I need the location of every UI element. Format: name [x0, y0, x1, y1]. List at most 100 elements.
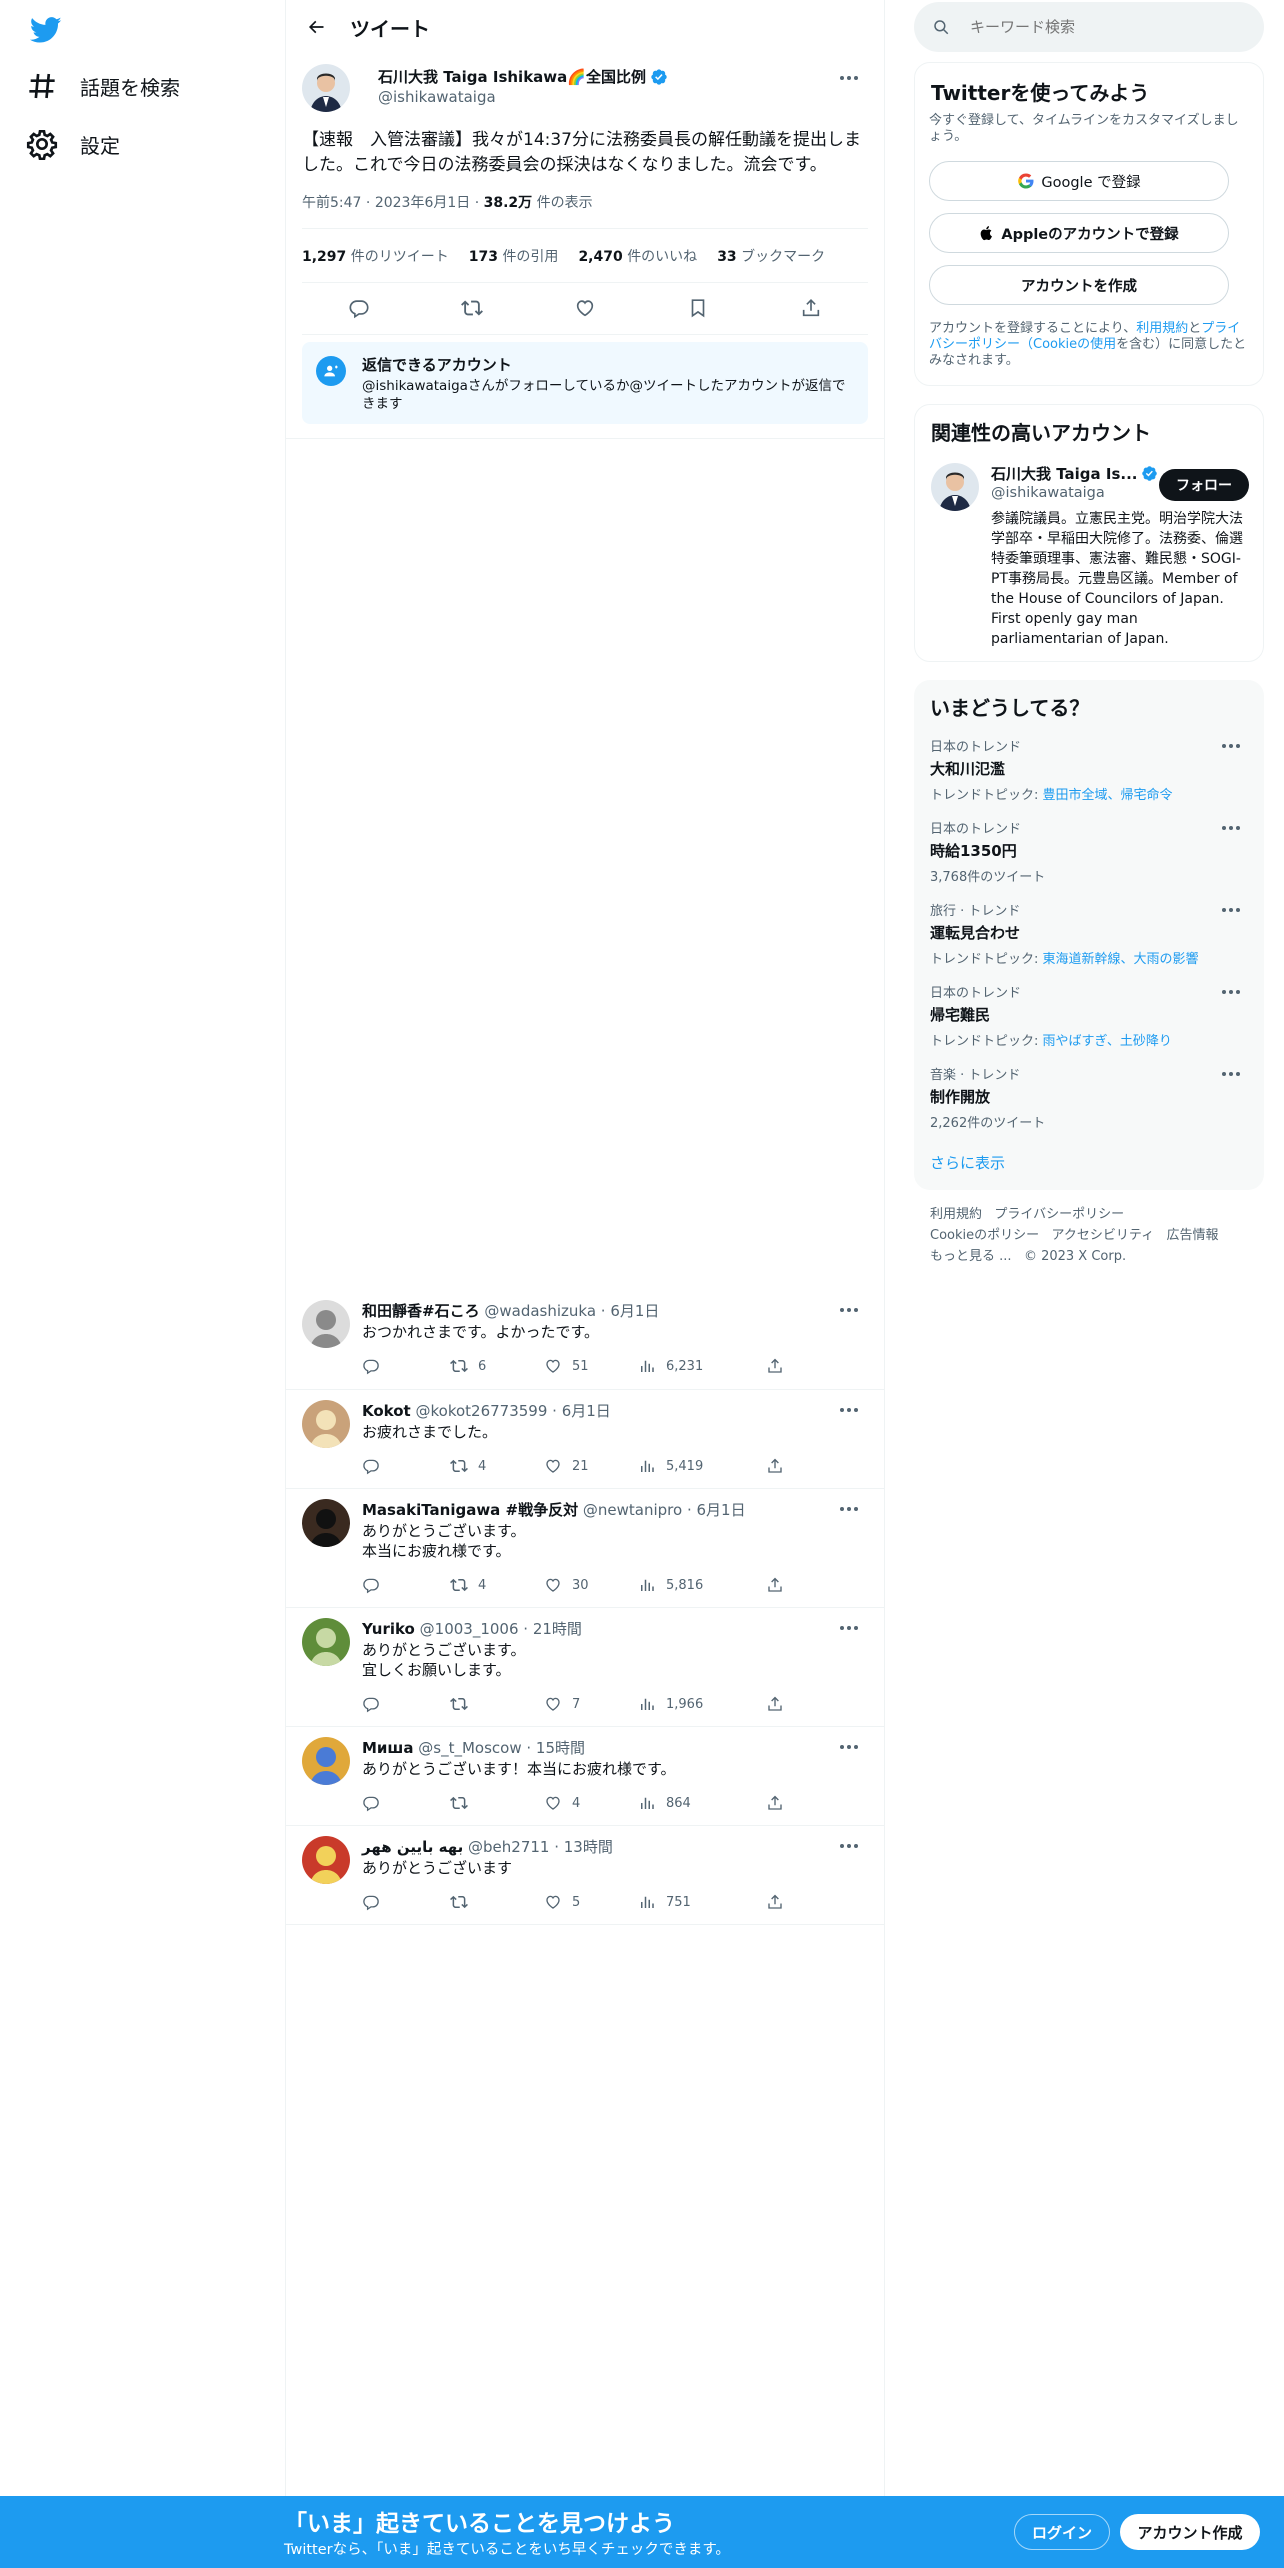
- footer-terms-link[interactable]: 利用規約: [930, 1207, 982, 1222]
- search-input[interactable]: [970, 18, 1250, 36]
- share-action[interactable]: [766, 1576, 784, 1594]
- views-action[interactable]: 5,419: [638, 1457, 766, 1475]
- like-action[interactable]: 5: [544, 1893, 638, 1911]
- more-options-icon[interactable]: [832, 68, 866, 88]
- bookmarks-stat[interactable]: 33 ブックマーク: [717, 246, 825, 266]
- avatar[interactable]: [302, 1618, 350, 1666]
- reply-action[interactable]: [362, 1794, 450, 1812]
- retweet-icon[interactable]: [460, 297, 483, 319]
- reply-tweet[interactable]: Kokot @kokot26773599 · 6月1日 お疲れさまでした。 4 21 5…: [286, 1390, 884, 1489]
- avatar[interactable]: [931, 463, 979, 511]
- share-action[interactable]: [766, 1357, 784, 1375]
- reply-action[interactable]: [362, 1893, 450, 1911]
- retweet-action[interactable]: [450, 1794, 544, 1812]
- views-action[interactable]: 5,816: [638, 1576, 766, 1594]
- trend-item[interactable]: 日本のトレンド 大和川氾濫 トレンドトピック: 豊田市全域、帰宅命令: [930, 736, 1248, 803]
- nav-explore[interactable]: 話題を検索: [26, 58, 180, 114]
- more-options-icon[interactable]: [1214, 900, 1248, 920]
- trend-item[interactable]: 旅行 · トレンド 運転見合わせ トレンドトピック: 東海道新幹線、大雨の影響: [930, 900, 1248, 967]
- retweet-action[interactable]: 4: [450, 1576, 544, 1594]
- avatar[interactable]: [302, 1300, 350, 1348]
- share-icon[interactable]: [800, 297, 822, 319]
- like-action[interactable]: 4: [544, 1794, 638, 1812]
- views-action[interactable]: 864: [638, 1794, 766, 1812]
- back-button[interactable]: [288, 0, 344, 54]
- cookie-link[interactable]: （Cookieの使用: [1020, 337, 1116, 352]
- like-action[interactable]: 51: [544, 1357, 638, 1375]
- retweet-action[interactable]: 6: [450, 1357, 544, 1375]
- bookmark-icon[interactable]: [687, 297, 709, 319]
- twitter-bird-icon[interactable]: [28, 14, 64, 46]
- more-options-icon[interactable]: [832, 1618, 866, 1638]
- retweet-action[interactable]: [450, 1893, 544, 1911]
- reply-action[interactable]: [362, 1576, 450, 1594]
- create-account-button[interactable]: アカウントを作成: [929, 265, 1229, 305]
- more-options-icon[interactable]: [1214, 1064, 1248, 1084]
- signup-button[interactable]: アカウント作成: [1120, 2514, 1260, 2550]
- nav-settings[interactable]: 設定: [26, 116, 120, 172]
- reply-header[interactable]: 和田靜香#石ころ @wadashizuka · 6月1日: [362, 1300, 659, 1321]
- reply-tweet[interactable]: بهه بایین ههر @beh2711 · 13時間 ありがとうございます 5…: [286, 1826, 884, 1925]
- reply-tweet[interactable]: Миша @s_t_Moscow · 15時間 ありがとうございます！本当にお疲れ…: [286, 1727, 884, 1826]
- reply-tweet[interactable]: 和田靜香#石ころ @wadashizuka · 6月1日 おつかれさまです。よかっ…: [286, 1290, 884, 1390]
- like-heart-icon[interactable]: [574, 297, 596, 319]
- more-options-icon[interactable]: [832, 1300, 866, 1320]
- more-options-icon[interactable]: [832, 1737, 866, 1757]
- avatar[interactable]: [302, 1499, 350, 1547]
- more-options-icon[interactable]: [832, 1836, 866, 1856]
- tweet-timestamp[interactable]: 午前5:47 · 2023年6月1日 · 38.2万 件の表示: [302, 192, 593, 212]
- share-action[interactable]: [766, 1457, 784, 1475]
- author-name[interactable]: 石川大我 Taiga Ishikawa🌈全国比例: [378, 66, 668, 87]
- trend-item[interactable]: 音楽 · トレンド 制作開放 2,262件のツイート: [930, 1064, 1248, 1131]
- reply-action[interactable]: [362, 1695, 450, 1713]
- reply-header[interactable]: بهه بایین ههر @beh2711 · 13時間: [362, 1836, 613, 1857]
- terms-link[interactable]: 利用規約: [1136, 321, 1188, 336]
- reply-action[interactable]: [362, 1457, 450, 1475]
- quotes-stat[interactable]: 173 件の引用: [469, 246, 559, 266]
- retweet-action[interactable]: [450, 1695, 544, 1713]
- like-action[interactable]: 21: [544, 1457, 638, 1475]
- retweet-action[interactable]: 4: [450, 1457, 544, 1475]
- follow-button[interactable]: フォロー: [1159, 469, 1249, 501]
- reply-tweet[interactable]: MasakiTanigawa #戦争反対 @newtanipro · 6月1日あ…: [286, 1489, 884, 1608]
- reply-header[interactable]: Yuriko @1003_1006 · 21時間: [362, 1618, 582, 1639]
- more-options-icon[interactable]: [1214, 818, 1248, 838]
- search-box[interactable]: [914, 2, 1264, 52]
- like-action[interactable]: 7: [544, 1695, 638, 1713]
- google-signup-button[interactable]: Google で登録: [929, 161, 1229, 201]
- avatar[interactable]: [302, 1400, 350, 1448]
- like-action[interactable]: 30: [544, 1576, 638, 1594]
- share-action[interactable]: [766, 1794, 784, 1812]
- reply-header[interactable]: MasakiTanigawa #戦争反対 @newtanipro · 6月1日: [362, 1499, 746, 1520]
- reply-tweet[interactable]: Yuriko @1003_1006 · 21時間 ありがとうございます。 宜しくお…: [286, 1608, 884, 1727]
- avatar[interactable]: [302, 1737, 350, 1785]
- likes-stat[interactable]: 2,470 件のいいね: [578, 246, 697, 266]
- footer-ads-link[interactable]: 広告情報: [1167, 1228, 1219, 1243]
- more-options-icon[interactable]: [832, 1400, 866, 1420]
- reply-header[interactable]: Kokot @kokot26773599 · 6月1日: [362, 1400, 611, 1421]
- reply-action[interactable]: [362, 1357, 450, 1375]
- reply-icon[interactable]: [348, 297, 370, 319]
- related-account-handle[interactable]: @ishikawataiga: [991, 485, 1105, 501]
- apple-signup-button[interactable]: Appleのアカウントで登録: [929, 213, 1229, 253]
- footer-more-link[interactable]: もっと見る ...: [930, 1249, 1012, 1264]
- trend-item[interactable]: 日本のトレンド 時給1350円 3,768件のツイート: [930, 818, 1248, 885]
- reply-header[interactable]: Миша @s_t_Moscow · 15時間: [362, 1737, 585, 1758]
- more-options-icon[interactable]: [832, 1499, 866, 1519]
- avatar[interactable]: [302, 64, 350, 112]
- trend-item[interactable]: 日本のトレンド 帰宅難民 トレンドトピック: 雨やばすぎ、土砂降り: [930, 982, 1248, 1049]
- share-action[interactable]: [766, 1893, 784, 1911]
- views-action[interactable]: 1,966: [638, 1695, 766, 1713]
- views-action[interactable]: 751: [638, 1893, 766, 1911]
- related-account-name[interactable]: 石川大我 Taiga Is...: [991, 463, 1158, 484]
- more-options-icon[interactable]: [1214, 736, 1248, 756]
- show-more-link[interactable]: さらに表示: [930, 1152, 1005, 1173]
- more-options-icon[interactable]: [1214, 982, 1248, 1002]
- footer-accessibility-link[interactable]: アクセシビリティ: [1052, 1228, 1155, 1243]
- retweets-stat[interactable]: 1,297 件のリツイート: [302, 246, 449, 266]
- footer-privacy-link[interactable]: プライバシーポリシー: [994, 1207, 1124, 1222]
- share-action[interactable]: [766, 1695, 784, 1713]
- views-action[interactable]: 6,231: [638, 1357, 766, 1375]
- avatar[interactable]: [302, 1836, 350, 1884]
- author-handle[interactable]: @ishikawataiga: [378, 88, 496, 106]
